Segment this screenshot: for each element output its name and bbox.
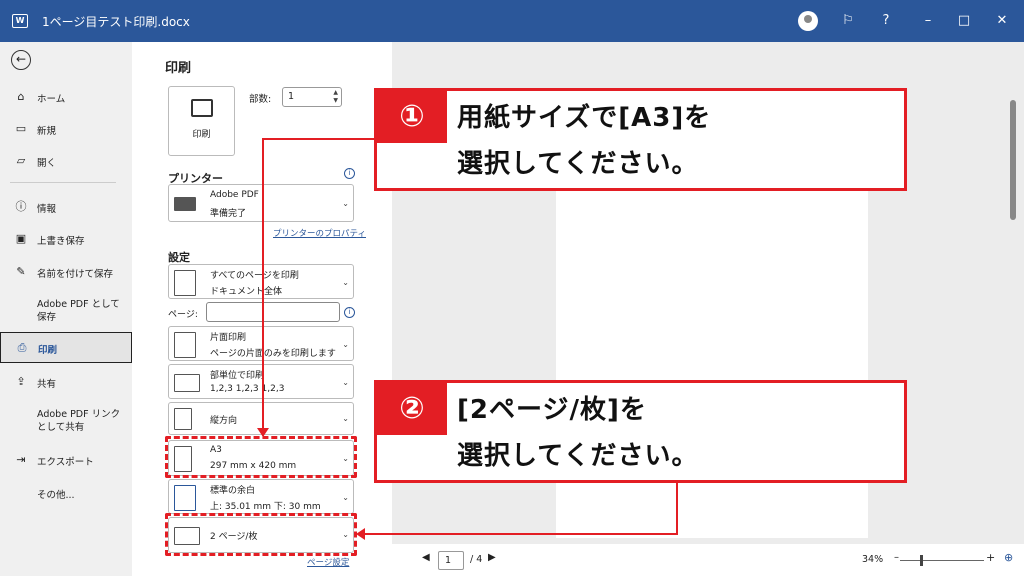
maximize-button[interactable]: □ bbox=[954, 11, 974, 31]
next-page-icon[interactable]: ▶ bbox=[488, 552, 496, 563]
page-total: / 4 bbox=[470, 554, 483, 565]
connector-line bbox=[262, 138, 377, 140]
printer-device-icon bbox=[174, 197, 196, 211]
preview-page bbox=[556, 178, 868, 538]
print-heading: 印刷 bbox=[165, 61, 192, 76]
title-bar: W 1ページ目テスト印刷.docx ⚐ ? – □ ✕ bbox=[0, 0, 1024, 42]
arrow-head-icon bbox=[356, 528, 365, 540]
sidebar-item-more[interactable]: その他... bbox=[0, 486, 132, 504]
zoom-slider-thumb[interactable] bbox=[920, 555, 923, 566]
minimize-button[interactable]: – bbox=[918, 11, 938, 31]
page-number-input[interactable]: 1 bbox=[438, 551, 464, 570]
chevron-down-icon: ⌄ bbox=[342, 199, 349, 208]
copies-label: 部数: bbox=[249, 94, 272, 105]
sidebar-item-home[interactable]: ⌂ ホーム bbox=[0, 90, 132, 108]
backstage-sidebar: ← ⌂ ホーム ▭ 新規 ▱ 開く ⓘ 情報 ▣ 上書き保存 ✎ 名前を付けて保存 Adob… bbox=[0, 42, 132, 576]
copies-stepper[interactable]: 1 ▲ ▼ bbox=[282, 87, 342, 107]
printer-properties-link[interactable]: プリンターのプロパティ bbox=[273, 227, 366, 239]
arrow-head-icon bbox=[257, 428, 269, 437]
home-icon: ⌂ bbox=[17, 90, 25, 103]
save-as-icon: ✎ bbox=[16, 265, 26, 278]
sidebar-item-share-adobe-pdf-link[interactable]: Adobe PDF リンクとして共有 bbox=[0, 409, 132, 438]
highlight-paper-size bbox=[165, 436, 357, 478]
info-icon[interactable]: i bbox=[344, 307, 355, 318]
spin-arrows-icon[interactable]: ▲ ▼ bbox=[333, 89, 338, 105]
step-number: ② bbox=[377, 383, 447, 435]
sidebar-item-save-as[interactable]: ✎ 名前を付けて保存 bbox=[0, 265, 132, 283]
print-range-select[interactable]: すべてのページを印刷 ドキュメント全体 ⌄ bbox=[168, 264, 354, 299]
print-button[interactable]: 印刷 bbox=[168, 86, 235, 156]
callout-step-2: ② [2ページ/枚]を 選択してください。 bbox=[374, 380, 907, 483]
zoom-out-icon[interactable]: – bbox=[894, 552, 899, 563]
sidebar-item-export[interactable]: ⇥ エクスポート bbox=[0, 453, 132, 471]
zoom-level: 34% bbox=[862, 554, 884, 565]
chevron-down-icon: ⌄ bbox=[342, 278, 349, 287]
chevron-down-icon: ⌄ bbox=[342, 378, 349, 387]
portrait-icon bbox=[174, 408, 192, 430]
highlight-pages-per-sheet bbox=[165, 513, 357, 556]
chevron-down-icon: ⌄ bbox=[342, 493, 349, 502]
collate-icon bbox=[174, 374, 200, 392]
chevron-down-icon: ⌄ bbox=[342, 414, 349, 423]
sidebar-divider bbox=[10, 182, 116, 183]
share-icon: ⇪ bbox=[16, 375, 26, 388]
close-button[interactable]: ✕ bbox=[992, 11, 1012, 31]
margins-select[interactable]: 標準の余白 上: 35.01 mm 下: 30 mm ⌄ bbox=[168, 479, 354, 514]
back-arrow-icon[interactable]: ← bbox=[11, 50, 31, 70]
connector-line bbox=[364, 533, 678, 535]
document-title: 1ページ目テスト印刷.docx bbox=[42, 15, 190, 29]
feedback-icon[interactable]: ⚐ bbox=[838, 11, 858, 31]
sidebar-item-print[interactable]: ⎙ 印刷 bbox=[0, 332, 132, 363]
connector-line bbox=[676, 482, 678, 534]
pages-input[interactable] bbox=[206, 302, 340, 322]
new-document-icon: ▭ bbox=[15, 122, 27, 135]
preview-scrollbar[interactable] bbox=[1006, 90, 1020, 540]
zoom-slider[interactable] bbox=[900, 560, 984, 561]
printer-select[interactable]: Adobe PDF 準備完了 ⌄ bbox=[168, 184, 354, 222]
sidebar-item-save[interactable]: ▣ 上書き保存 bbox=[0, 232, 132, 250]
margins-icon bbox=[174, 485, 196, 511]
pages-label: ページ: bbox=[168, 310, 198, 320]
export-icon: ⇥ bbox=[16, 453, 26, 466]
account-avatar-icon[interactable] bbox=[798, 11, 818, 31]
info-icon[interactable]: i bbox=[344, 168, 355, 179]
sidebar-item-info[interactable]: ⓘ 情報 bbox=[0, 200, 132, 218]
collation-select[interactable]: 部単位で印刷 1,2,3 1,2,3 1,2,3 ⌄ bbox=[168, 364, 354, 399]
save-icon: ▣ bbox=[15, 232, 27, 245]
sidebar-item-new[interactable]: ▭ 新規 bbox=[0, 122, 132, 140]
settings-heading: 設定 bbox=[168, 251, 190, 264]
zoom-in-icon[interactable]: + bbox=[986, 551, 995, 564]
sidebar-item-share[interactable]: ⇪ 共有 bbox=[0, 375, 132, 393]
step-number: ① bbox=[377, 91, 447, 143]
pages-icon bbox=[174, 270, 196, 296]
preview-navigation: ◀ 1 / 4 ▶ 34% – + ⊕ bbox=[392, 544, 1024, 576]
printer-icon bbox=[191, 99, 213, 117]
info-icon: ⓘ bbox=[15, 200, 27, 213]
connector-line bbox=[262, 138, 264, 436]
word-logo-icon: W bbox=[12, 14, 28, 28]
scrollbar-thumb[interactable] bbox=[1010, 100, 1016, 220]
help-button[interactable]: ? bbox=[876, 11, 896, 31]
previous-page-icon[interactable]: ◀ bbox=[422, 552, 430, 563]
page-setup-link[interactable]: ページ設定 bbox=[307, 556, 349, 568]
sides-select[interactable]: 片面印刷 ページの片面のみを印刷します ⌄ bbox=[168, 326, 354, 361]
sidebar-item-open[interactable]: ▱ 開く bbox=[0, 154, 132, 172]
fit-page-icon[interactable]: ⊕ bbox=[1004, 551, 1013, 564]
sidebar-item-save-adobe-pdf[interactable]: Adobe PDF として保存 bbox=[0, 299, 132, 328]
word-print-backstage: W 1ページ目テスト印刷.docx ⚐ ? – □ ✕ ← ⌂ ホーム ▭ 新規 ▱… bbox=[0, 0, 1024, 576]
folder-open-icon: ▱ bbox=[16, 154, 26, 167]
one-sided-icon bbox=[174, 332, 196, 358]
callout-step-1: ① 用紙サイズで[A3]を 選択してください。 bbox=[374, 88, 907, 191]
printer-icon: ⎙ bbox=[17, 341, 27, 354]
chevron-down-icon: ⌄ bbox=[342, 340, 349, 349]
